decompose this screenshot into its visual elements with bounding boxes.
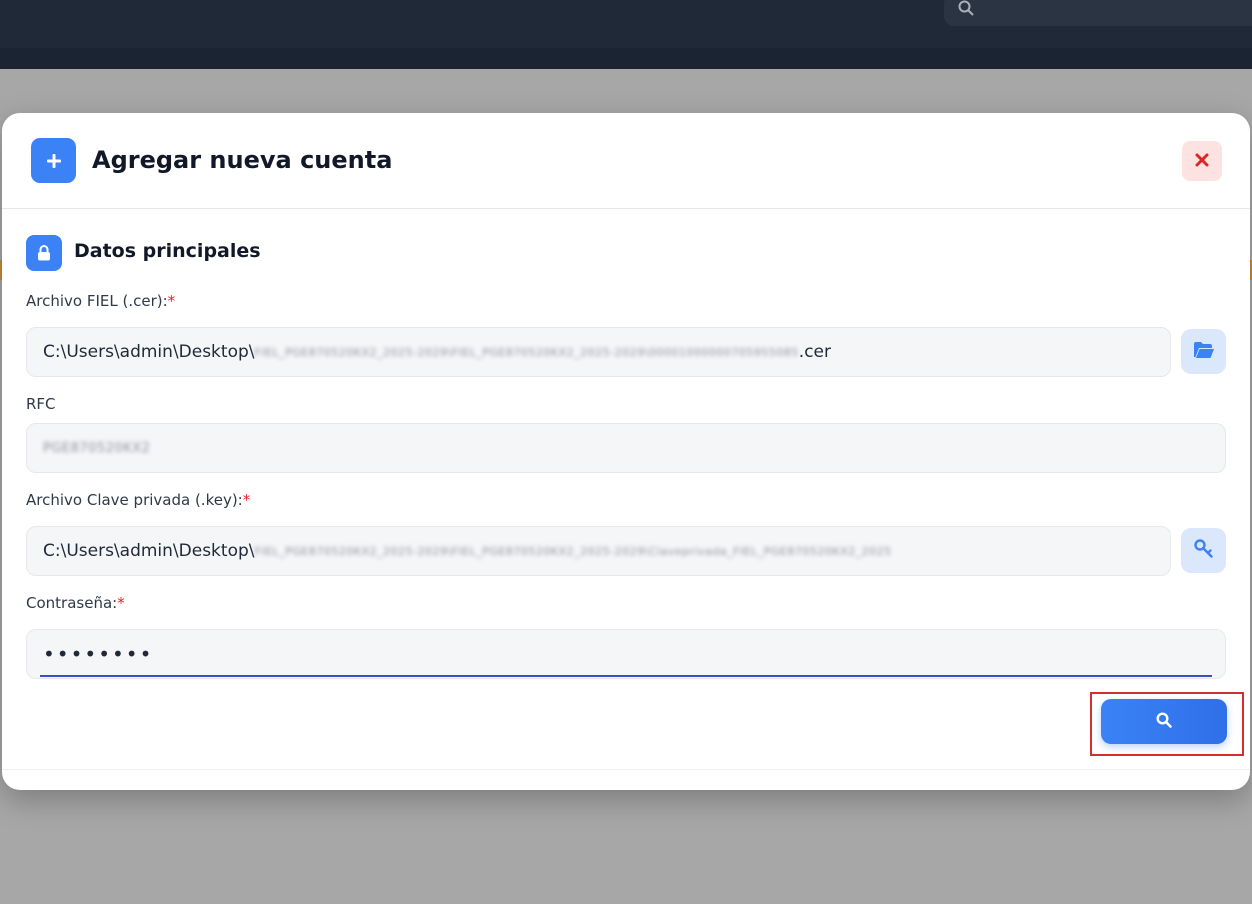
required-mark: * — [117, 594, 125, 612]
folder-open-icon — [1193, 341, 1215, 363]
modal-header: Agregar nueva cuenta — [2, 113, 1250, 209]
key-file-field[interactable]: C:\Users\admin\Desktop\ FIEL_PGE870520KX2… — [26, 526, 1171, 576]
section-title: Datos principales — [74, 240, 261, 262]
rfc-value-redacted: PGE870520KX2 — [43, 440, 151, 456]
rfc-label: RFC — [26, 395, 56, 413]
add-account-modal: Agregar nueva cuenta Datos principales A… — [2, 113, 1250, 790]
background-search-field — [944, 0, 1252, 26]
close-button[interactable] — [1182, 141, 1222, 181]
close-icon — [1195, 152, 1209, 171]
lock-icon — [26, 235, 62, 271]
password-label-text: Contraseña: — [26, 594, 118, 612]
search-icon — [1156, 711, 1172, 732]
app-header — [0, 0, 1252, 69]
fiel-label: Archivo FIEL (.cer):* — [26, 291, 175, 311]
search-icon — [958, 0, 974, 16]
required-mark: * — [242, 491, 251, 509]
password-label: Contraseña:* — [26, 593, 125, 613]
password-field[interactable]: •••••••• — [26, 629, 1226, 679]
key-path-prefix: C:\Users\admin\Desktop\ — [43, 541, 255, 561]
key-label: Archivo Clave privada (.key):* — [26, 490, 250, 510]
fiel-path-suffix: .cer — [798, 342, 831, 362]
key-label-text: Archivo Clave privada (.key): — [26, 491, 243, 509]
password-focus-underline — [40, 675, 1212, 677]
key-path-redacted: FIEL_PGE870520KX2_2025-2029\FIEL_PGE8705… — [254, 544, 892, 558]
rfc-field[interactable]: PGE870520KX2 — [26, 423, 1226, 473]
search-submit-button[interactable] — [1101, 699, 1227, 744]
fiel-browse-button[interactable] — [1181, 329, 1226, 374]
key-browse-button[interactable] — [1181, 528, 1226, 573]
required-mark: * — [167, 292, 176, 310]
modal-footer-divider — [2, 769, 1250, 770]
password-value: •••••••• — [43, 642, 154, 666]
modal-title: Agregar nueva cuenta — [92, 146, 393, 174]
key-icon — [1193, 538, 1214, 563]
plus-icon — [31, 138, 76, 183]
fiel-path-redacted: FIEL_PGE870520KX2_2025-2029\FIEL_PGE8705… — [254, 345, 799, 359]
fiel-path-prefix: C:\Users\admin\Desktop\ — [43, 342, 255, 362]
fiel-label-text: Archivo FIEL (.cer): — [26, 292, 168, 310]
fiel-file-field[interactable]: C:\Users\admin\Desktop\ FIEL_PGE870520KX2… — [26, 327, 1171, 377]
app-header-strip — [0, 48, 1252, 69]
